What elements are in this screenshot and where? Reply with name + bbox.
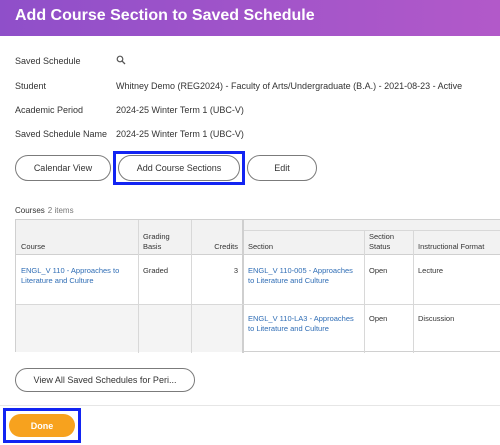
view-all-saved-schedules-button[interactable]: View All Saved Schedules for Peri... — [15, 368, 195, 392]
section-link[interactable]: ENGL_V 110-LA3 - Approaches to Literatur… — [248, 314, 354, 334]
course-link-line1: ENGL_V 110 - Approaches to — [21, 266, 120, 275]
credits-value: 3 — [233, 266, 238, 275]
page-title: Add Course Section to Saved Schedule — [15, 7, 315, 24]
course-link-line2: Literature and Culture — [21, 276, 94, 285]
student-label: Student — [15, 81, 47, 91]
section-link-line2: to Literature and Culture — [248, 324, 329, 333]
student-value: Whitney Demo (REG2024) - Faculty of Arts… — [116, 81, 463, 91]
page-header: Add Course Section to Saved Schedule — [0, 0, 500, 36]
column-header-grading-basis[interactable]: Grading Basis — [143, 232, 170, 252]
grading-basis-value: Graded — [143, 266, 169, 275]
academic-period-label: Academic Period — [15, 105, 84, 115]
column-header-grading-basis-line2: Basis — [143, 242, 162, 251]
header-group-divider — [244, 230, 500, 231]
calendar-view-button[interactable]: Calendar View — [15, 155, 111, 181]
column-divider — [242, 220, 244, 353]
courses-table: Course Grading Basis Credits Section Sec… — [15, 219, 500, 353]
add-course-sections-button[interactable]: Add Course Sections — [118, 155, 240, 181]
courses-heading: Courses 2 items — [15, 206, 74, 215]
column-header-section-status-line1: Section — [369, 232, 395, 241]
done-button[interactable]: Done — [9, 414, 75, 437]
column-header-section[interactable]: Section — [248, 242, 273, 252]
course-link[interactable]: ENGL_V 110 - Approaches to Literature an… — [21, 266, 119, 286]
edit-button[interactable]: Edit — [247, 155, 317, 181]
column-divider — [364, 230, 365, 353]
section-status-value: Open — [369, 314, 388, 323]
academic-period-value: 2024-25 Winter Term 1 (UBC-V) — [116, 105, 244, 115]
section-link-line2: to Literature and Culture — [248, 276, 329, 285]
section-link[interactable]: ENGL_V 110-005 - Approaches to Literatur… — [248, 266, 353, 286]
section-link-line1: ENGL_V 110-005 - Approaches — [248, 266, 353, 275]
courses-count: 2 items — [47, 206, 74, 215]
saved-schedule-label: Saved Schedule — [15, 56, 81, 66]
table-row-2-empty-cells — [16, 305, 243, 352]
instructional-format-value: Discussion — [418, 314, 455, 323]
search-icon[interactable] — [116, 55, 126, 65]
row-divider — [16, 304, 500, 305]
column-header-grading-basis-line1: Grading — [143, 232, 170, 241]
column-divider — [191, 220, 192, 353]
column-header-credits[interactable]: Credits — [196, 242, 238, 252]
saved-schedule-name-label: Saved Schedule Name — [15, 129, 108, 139]
column-divider — [413, 230, 414, 353]
saved-schedule-name-value: 2024-25 Winter Term 1 (UBC-V) — [116, 129, 244, 139]
column-divider — [138, 220, 139, 353]
section-link-line1: ENGL_V 110-LA3 - Approaches — [248, 314, 354, 323]
column-header-section-status[interactable]: Section Status — [369, 232, 394, 252]
instructional-format-value: Lecture — [418, 266, 444, 275]
section-status-value: Open — [369, 266, 388, 275]
column-header-course[interactable]: Course — [21, 242, 45, 252]
column-header-instructional-format[interactable]: Instructional Format — [418, 242, 484, 252]
column-header-section-status-line2: Status — [369, 242, 391, 251]
footer-divider — [0, 405, 500, 406]
courses-title: Courses — [15, 206, 45, 215]
